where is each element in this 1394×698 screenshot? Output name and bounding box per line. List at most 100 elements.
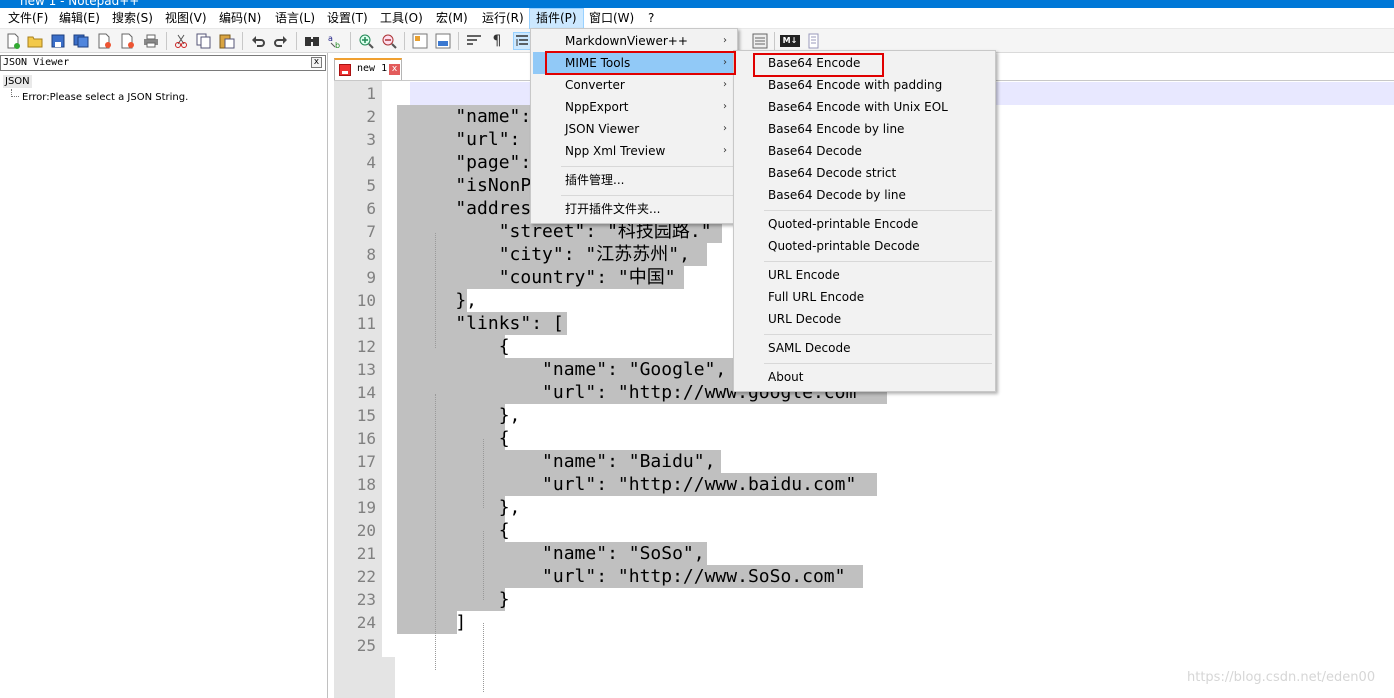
menu-encoding[interactable]: 编码(N) [213, 8, 267, 29]
paste-icon[interactable] [218, 32, 236, 50]
mime-tools-submenu: Base64 Encode Base64 Encode with padding… [733, 50, 996, 392]
mime-item-full-url-encode[interactable]: Full URL Encode [736, 286, 993, 308]
menu-window[interactable]: 窗口(W) [583, 8, 640, 29]
mime-item-about[interactable]: About [736, 366, 993, 388]
fold-margin [382, 81, 395, 657]
menu-separator [764, 334, 992, 335]
submenu-arrow-icon: › [723, 35, 727, 46]
watermark: https://blog.csdn.net/eden00 [1187, 670, 1376, 685]
close-all-icon[interactable] [118, 32, 136, 50]
save-all-icon[interactable] [72, 32, 90, 50]
mime-item-qp-encode[interactable]: Quoted-printable Encode [736, 213, 993, 235]
panel-close-icon[interactable]: x [311, 57, 322, 68]
mime-item-url-decode[interactable]: URL Decode [736, 308, 993, 330]
menu-separator [764, 261, 992, 262]
new-file-icon[interactable] [4, 32, 22, 50]
tree-root-node[interactable]: JSON [3, 75, 32, 88]
tree-error-node[interactable]: Error:Please select a JSON String. [22, 92, 188, 104]
code-line: "name": "SoSo", [412, 543, 705, 564]
menu-settings[interactable]: 设置(T) [321, 8, 374, 29]
plugins-menu-item-json-viewer[interactable]: JSON Viewer › [533, 118, 735, 140]
menu-language[interactable]: 语言(L) [269, 8, 321, 29]
plugins-menu-item-markdownviewer[interactable]: MarkdownViewer++ › [533, 30, 735, 52]
code-line: ] [412, 612, 467, 633]
mime-item-qp-decode[interactable]: Quoted-printable Decode [736, 235, 993, 257]
menu-view[interactable]: 视图(V) [159, 8, 213, 29]
menu-item-label: Npp Xml Treview [565, 144, 666, 158]
mime-item-base64-encode-by-line[interactable]: Base64 Encode by line [736, 118, 993, 140]
open-file-icon[interactable] [26, 32, 44, 50]
menu-run[interactable]: 运行(R) [476, 8, 530, 29]
json-viewer-header: JSON Viewer x [0, 55, 326, 71]
indent-guide-icon[interactable] [513, 32, 531, 50]
submenu-arrow-icon: › [723, 145, 727, 156]
plugins-menu-item-open-plugins-folder[interactable]: 打开插件文件夹... [533, 198, 735, 220]
zoom-in-icon[interactable] [357, 32, 375, 50]
mime-item-base64-decode[interactable]: Base64 Decode [736, 140, 993, 162]
menu-edit[interactable]: 编辑(E) [53, 8, 106, 29]
code-line: } [412, 589, 510, 610]
code-line: { [412, 428, 510, 449]
line-number: 2 [366, 107, 376, 126]
plugins-menu-item-converter[interactable]: Converter › [533, 74, 735, 96]
mime-item-base64-decode-by-line[interactable]: Base64 Decode by line [736, 184, 993, 206]
menu-tools[interactable]: 工具(O) [374, 8, 429, 29]
menu-plugins[interactable]: 插件(P) [529, 8, 584, 29]
toolbar-separator [458, 32, 459, 50]
monitoring-icon[interactable] [751, 32, 769, 50]
mime-item-base64-encode-unix-eol[interactable]: Base64 Encode with Unix EOL [736, 96, 993, 118]
line-number: 22 [356, 567, 376, 586]
line-number: 9 [366, 268, 376, 287]
line-number: 3 [366, 130, 376, 149]
line-number: 23 [356, 590, 376, 609]
line-number: 21 [356, 544, 376, 563]
mime-item-url-encode[interactable]: URL Encode [736, 264, 993, 286]
toolbar-separator [166, 32, 167, 50]
line-number: 19 [356, 498, 376, 517]
find-icon[interactable] [303, 32, 321, 50]
mime-item-base64-decode-strict[interactable]: Base64 Decode strict [736, 162, 993, 184]
markdown-viewer-icon[interactable]: M↓ [780, 35, 800, 47]
sync-vertical-icon[interactable] [411, 32, 429, 50]
replace-icon[interactable]: ab [326, 32, 344, 50]
cut-icon[interactable] [172, 32, 190, 50]
line-number: 13 [356, 360, 376, 379]
line-number: 6 [366, 199, 376, 218]
line-number: 18 [356, 475, 376, 494]
line-number: 14 [356, 383, 376, 402]
code-line: { [412, 520, 510, 541]
close-file-icon[interactable] [95, 32, 113, 50]
menu-macro[interactable]: 宏(M) [430, 8, 474, 29]
plugins-menu-item-xml-treview[interactable]: Npp Xml Treview › [533, 140, 735, 162]
unsaved-file-icon [339, 64, 351, 76]
line-number: 4 [366, 153, 376, 172]
menu-file[interactable]: 文件(F) [2, 8, 54, 29]
tab-label: new 1 [357, 63, 388, 74]
save-icon[interactable] [49, 32, 67, 50]
show-all-characters-icon[interactable]: ¶ [488, 32, 506, 50]
tab-new-1[interactable]: new 1 x [334, 58, 402, 80]
code-line: "page": [412, 152, 543, 173]
plugins-menu-item-nppexport[interactable]: NppExport › [533, 96, 735, 118]
copy-icon[interactable] [195, 32, 213, 50]
sync-horizontal-icon[interactable] [434, 32, 452, 50]
undo-icon[interactable] [249, 32, 267, 50]
annotation-box-mime-tools [545, 51, 736, 75]
mime-item-base64-encode-padding[interactable]: Base64 Encode with padding [736, 74, 993, 96]
word-wrap-icon[interactable] [465, 32, 483, 50]
line-number: 1 [366, 84, 376, 103]
menu-item-label: JSON Viewer [565, 122, 640, 136]
mime-item-saml-decode[interactable]: SAML Decode [736, 337, 993, 359]
tab-close-icon[interactable]: x [389, 64, 400, 75]
redo-icon[interactable] [272, 32, 290, 50]
code-line: "url": " [412, 129, 543, 150]
menu-help[interactable]: ? [642, 8, 660, 29]
document-map-icon[interactable] [804, 32, 822, 50]
menu-search[interactable]: 搜索(S) [106, 8, 159, 29]
plugins-menu-item-plugin-admin[interactable]: 插件管理... [533, 169, 735, 191]
line-number: 7 [366, 222, 376, 241]
zoom-out-icon[interactable] [380, 32, 398, 50]
print-icon[interactable] [142, 32, 160, 50]
line-number: 8 [366, 245, 376, 264]
line-number: 12 [356, 337, 376, 356]
